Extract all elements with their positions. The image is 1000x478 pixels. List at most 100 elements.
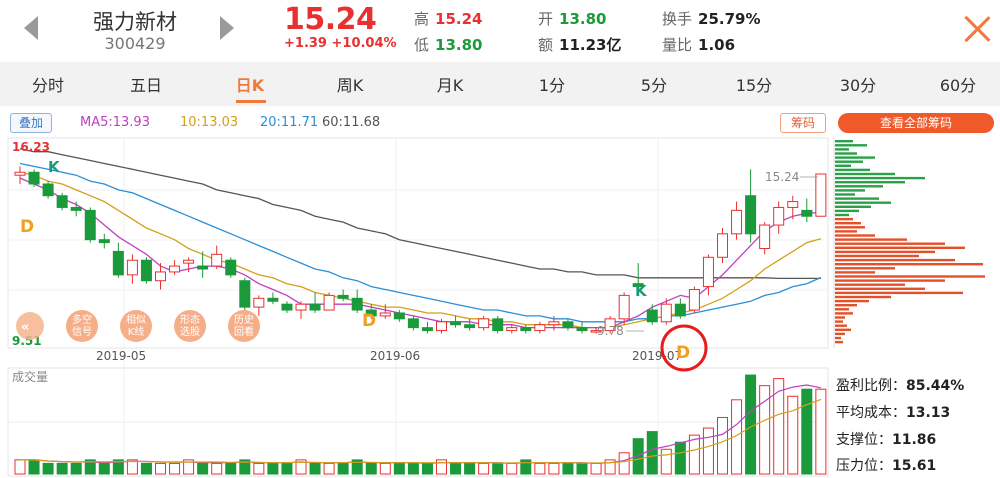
volume-bar xyxy=(576,462,588,475)
similar-k-button[interactable]: 相似K线 xyxy=(120,310,152,342)
chip-bar xyxy=(835,148,849,151)
ma5-line xyxy=(19,177,821,329)
chip-bar xyxy=(835,189,865,192)
candle-body xyxy=(351,297,363,311)
candle-body xyxy=(28,171,40,185)
k-signal-label: K xyxy=(48,158,61,176)
date-label-july: 2019-07 xyxy=(632,349,682,363)
candle-body xyxy=(14,171,26,176)
high-marker-label: 15.24 xyxy=(765,170,799,184)
volume-bar xyxy=(337,462,349,475)
chip-bar xyxy=(835,263,983,266)
chip-bar xyxy=(835,275,985,278)
candle-body xyxy=(197,265,209,270)
candle-body xyxy=(576,327,588,332)
average-cost-label: 平均成本： xyxy=(836,405,906,421)
chip-bar xyxy=(835,242,945,245)
candle-body xyxy=(379,312,391,317)
chip-bar xyxy=(835,271,875,274)
chip-bar xyxy=(835,222,861,225)
candle-body xyxy=(674,303,686,317)
chip-bar xyxy=(835,254,919,258)
tool-button-label: 多空 xyxy=(72,313,92,326)
volume-bar xyxy=(801,388,813,475)
chip-bar xyxy=(835,320,843,323)
candle-body xyxy=(731,209,743,235)
average-cost-value: 13.13 xyxy=(906,405,951,421)
volume-bar xyxy=(534,462,546,475)
chip-bar xyxy=(835,304,857,307)
candle-body xyxy=(759,224,771,249)
pattern-screener-button[interactable]: 形态选股 xyxy=(174,310,206,342)
candle-body xyxy=(253,297,265,308)
tool-button-label: K线 xyxy=(128,325,145,338)
collapse-tools-button[interactable]: « xyxy=(16,312,44,340)
chip-bar xyxy=(835,226,865,229)
chip-bar xyxy=(835,152,857,155)
chip-bar xyxy=(835,217,853,221)
long-short-signal-button[interactable]: 多空信号 xyxy=(66,310,98,342)
average-cost: 平均成本：13.13 xyxy=(836,402,950,422)
low-marker-label: 9.78 xyxy=(597,324,624,338)
volume-bar xyxy=(28,459,40,475)
chip-bar xyxy=(835,193,855,196)
candle-body xyxy=(464,324,476,329)
volume-bar xyxy=(225,462,237,475)
candle-body xyxy=(548,321,560,326)
volume-bar xyxy=(197,462,209,475)
candle-body xyxy=(155,271,166,282)
volume-bar xyxy=(815,388,827,475)
volume-bar xyxy=(520,459,532,475)
chip-bar xyxy=(835,250,935,254)
volume-bar xyxy=(618,452,630,475)
d-signal-label: D xyxy=(676,343,690,363)
profit-ratio-value: 85.44% xyxy=(906,378,965,394)
candle-body xyxy=(506,327,518,332)
candle-body xyxy=(702,256,714,288)
volume-bar xyxy=(14,459,26,475)
candle-body xyxy=(140,259,152,282)
volume-bar xyxy=(253,462,265,475)
support-level: 支撑位：11.86 xyxy=(836,429,936,449)
candle-body xyxy=(295,303,307,311)
moving-average-lines xyxy=(19,148,822,329)
chip-bar xyxy=(835,295,891,299)
volume-bar xyxy=(309,462,321,475)
volume-bar xyxy=(211,462,223,475)
tool-button-label: 形态 xyxy=(180,313,200,326)
k-signal-label: K xyxy=(635,282,648,300)
volume-bar xyxy=(674,441,686,475)
volume-bar xyxy=(436,459,447,475)
volume-bar xyxy=(773,378,785,475)
volume-bar xyxy=(506,462,518,475)
candle-body xyxy=(436,321,447,332)
pressure-level-label: 压力位： xyxy=(836,458,892,474)
candle-body xyxy=(688,289,700,311)
pressure-level-value: 15.61 xyxy=(892,458,937,474)
tool-button-label: 选股 xyxy=(180,325,200,338)
tool-button-label: 信号 xyxy=(72,326,92,338)
volume-bar xyxy=(562,462,574,475)
volume-bar xyxy=(42,462,54,475)
volume-bar xyxy=(365,462,377,475)
price-max-label: 16.23 xyxy=(12,140,50,154)
candle-body xyxy=(183,259,195,264)
volume-bar xyxy=(98,462,110,475)
history-review-button[interactable]: 历史回看 xyxy=(228,310,260,342)
volume-bar xyxy=(421,462,433,475)
d-signal-label: D xyxy=(20,217,34,237)
chip-bar xyxy=(835,316,845,319)
volume-bar xyxy=(548,462,560,475)
candle-body xyxy=(70,206,82,211)
candle-body xyxy=(745,195,757,235)
chip-bar xyxy=(835,238,907,241)
volume-bar xyxy=(281,462,293,475)
volume-bar xyxy=(590,462,602,475)
chip-bar xyxy=(835,164,851,167)
ma60-line xyxy=(19,148,821,280)
candle-body xyxy=(393,312,405,320)
candle-body xyxy=(309,303,321,311)
candle-body xyxy=(84,209,96,241)
date-label-june: 2019-06 xyxy=(370,349,420,363)
chip-bar xyxy=(835,332,845,336)
